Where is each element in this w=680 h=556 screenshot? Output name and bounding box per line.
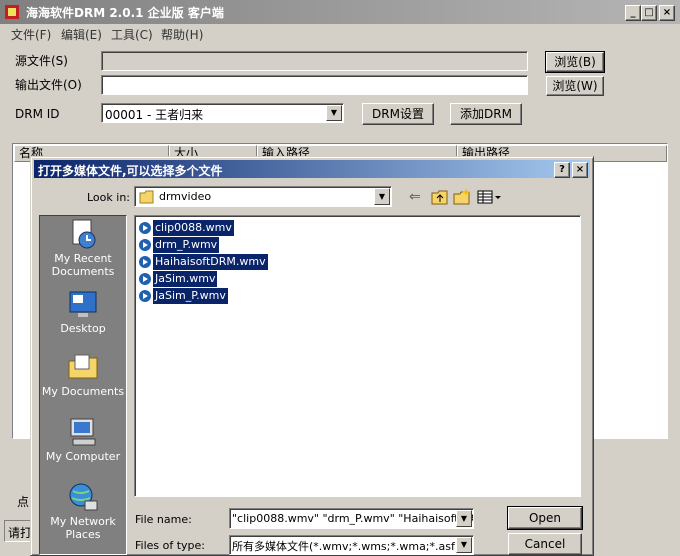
place-label: My Documents bbox=[41, 385, 125, 398]
dialog-title: 打开多媒体文件,可以选择多个文件 bbox=[38, 164, 223, 178]
new-folder-icon[interactable] bbox=[453, 187, 471, 205]
places-bar: My Recent Documents Desktop My Documents… bbox=[39, 215, 127, 555]
file-type-label: Files of type: bbox=[135, 539, 206, 552]
cancel-button[interactable]: Cancel bbox=[508, 533, 582, 555]
look-in-label: Look in: bbox=[87, 191, 130, 204]
file-name-label: File name: bbox=[135, 513, 192, 526]
dialog-close-button[interactable]: × bbox=[572, 162, 588, 178]
chevron-down-icon[interactable]: ▼ bbox=[456, 510, 472, 527]
source-file-label: 源文件(S) bbox=[15, 54, 68, 68]
file-name: drm_P.wmv bbox=[153, 237, 220, 253]
file-name-value: "clip0088.wmv" "drm_P.wmv" "HaihaisoftDR… bbox=[232, 512, 474, 525]
menu-tools[interactable]: 工具(C) bbox=[111, 26, 153, 43]
file-name: JaSim.wmv bbox=[153, 271, 218, 287]
media-file-icon bbox=[139, 239, 151, 251]
app-icon bbox=[5, 5, 19, 19]
source-file-input[interactable] bbox=[101, 51, 528, 71]
file-type-select[interactable]: 所有多媒体文件(*.wmv;*.wms;*.wma;*.asf) ▼ bbox=[229, 535, 474, 555]
look-in-value: drmvideo bbox=[159, 190, 212, 203]
drm-id-label: DRM ID bbox=[15, 107, 60, 121]
folder-icon bbox=[139, 190, 154, 204]
media-file-icon bbox=[139, 273, 151, 285]
chevron-down-icon[interactable]: ▼ bbox=[456, 537, 472, 553]
hint-text: 点 bbox=[17, 495, 30, 509]
desktop-icon bbox=[69, 291, 97, 317]
open-file-dialog: 打开多媒体文件,可以选择多个文件 ? × Look in: drmvideo ▼… bbox=[30, 156, 594, 556]
help-button[interactable]: ? bbox=[554, 162, 570, 178]
up-folder-icon[interactable] bbox=[431, 189, 449, 205]
chevron-down-icon[interactable]: ▼ bbox=[326, 105, 342, 121]
place-network[interactable]: My Network Places bbox=[40, 481, 126, 541]
place-label: My Computer bbox=[45, 450, 121, 463]
media-file-icon bbox=[139, 222, 151, 234]
dialog-title-bar[interactable]: 打开多媒体文件,可以选择多个文件 ? × bbox=[34, 160, 590, 178]
view-menu-icon[interactable] bbox=[477, 190, 501, 204]
browse-source-button[interactable]: 浏览(B) bbox=[545, 51, 605, 73]
file-type-value: 所有多媒体文件(*.wmv;*.wms;*.wma;*.asf) bbox=[232, 540, 460, 553]
place-my-computer[interactable]: My Computer bbox=[40, 416, 126, 463]
my-documents-icon bbox=[68, 354, 98, 379]
back-icon[interactable]: ⇐ bbox=[409, 189, 425, 205]
drm-settings-button[interactable]: DRM设置 bbox=[362, 103, 434, 125]
drm-id-value: 00001 - 王者归来 bbox=[105, 108, 204, 122]
place-label: My Network Places bbox=[50, 515, 116, 541]
media-file-icon bbox=[139, 256, 151, 268]
look-in-select[interactable]: drmvideo ▼ bbox=[134, 186, 392, 207]
network-places-icon bbox=[69, 483, 98, 511]
my-computer-icon bbox=[70, 418, 96, 446]
dialog-file-list[interactable]: clip0088.wmv drm_P.wmv HaihaisoftDRM.wmv… bbox=[134, 215, 581, 497]
minimize-button[interactable]: _ bbox=[625, 5, 641, 21]
add-drm-button[interactable]: 添加DRM bbox=[450, 103, 522, 125]
place-desktop[interactable]: Desktop bbox=[40, 288, 126, 335]
output-file-input[interactable] bbox=[101, 75, 528, 95]
drm-id-select[interactable]: 00001 - 王者归来 ▼ bbox=[101, 103, 344, 123]
place-my-documents[interactable]: My Documents bbox=[40, 351, 126, 398]
file-name: JaSim_P.wmv bbox=[153, 288, 228, 304]
chevron-down-icon[interactable]: ▼ bbox=[374, 188, 390, 205]
recent-documents-icon bbox=[72, 219, 96, 249]
menu-help[interactable]: 帮助(H) bbox=[161, 26, 203, 43]
media-file-icon bbox=[139, 290, 151, 302]
menu-file[interactable]: 文件(F) bbox=[11, 26, 51, 43]
browse-output-button[interactable]: 浏览(W) bbox=[546, 76, 604, 96]
place-recent[interactable]: My Recent Documents bbox=[40, 218, 126, 278]
menu-edit[interactable]: 编辑(E) bbox=[61, 26, 102, 43]
maximize-button[interactable]: □ bbox=[641, 5, 657, 21]
main-window-title: 海海软件DRM 2.0.1 企业版 客户端 bbox=[26, 6, 224, 20]
output-file-label: 输出文件(O) bbox=[15, 78, 82, 92]
menu-bar bbox=[0, 24, 680, 42]
status-text: 请打 bbox=[8, 526, 33, 540]
open-button[interactable]: Open bbox=[507, 506, 583, 530]
file-name: clip0088.wmv bbox=[153, 220, 234, 236]
close-button[interactable]: × bbox=[659, 5, 675, 21]
place-label: Desktop bbox=[60, 322, 106, 335]
file-name-input[interactable]: "clip0088.wmv" "drm_P.wmv" "HaihaisoftDR… bbox=[229, 508, 474, 529]
file-name: HaihaisoftDRM.wmv bbox=[153, 254, 268, 270]
place-label: My Recent Documents bbox=[51, 252, 115, 278]
